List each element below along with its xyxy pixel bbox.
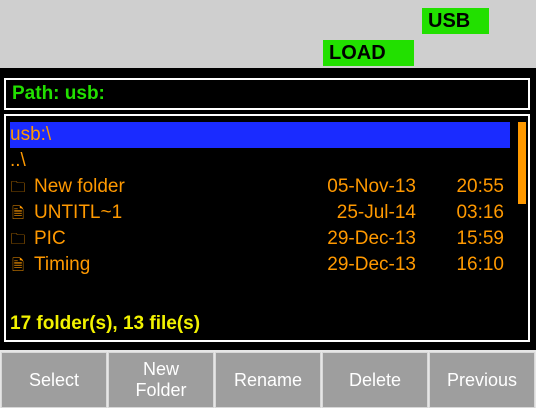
entry-time: 20:55: [456, 176, 504, 197]
entry-name: Timing: [34, 254, 91, 275]
list-item[interactable]: 🗎 Timing 29-Dec-13 16:10: [10, 252, 510, 278]
list-item[interactable]: 🗀 PIC 29-Dec-13 15:59: [10, 226, 510, 252]
entry-time: 15:59: [456, 228, 504, 249]
parent-directory-label: ..\: [10, 150, 26, 171]
rename-button[interactable]: Rename: [215, 352, 321, 408]
path-label: Path:: [12, 83, 60, 104]
file-browser: usb:\ ..\ 🗀 New folder 05-Nov-13 20:55 🗎 U…: [4, 114, 530, 342]
entry-name: PIC: [34, 228, 66, 249]
entry-date: 05-Nov-13: [327, 176, 416, 197]
folder-icon: 🗀: [10, 231, 26, 248]
entry-date: 29-Dec-13: [327, 228, 416, 249]
path-value: usb:: [64, 83, 105, 104]
folder-file-count: 17 folder(s), 13 file(s): [10, 313, 201, 334]
file-icon: 🗎: [11, 257, 25, 274]
entry-date: 29-Dec-13: [327, 254, 416, 275]
path-text: Path: usb:: [12, 82, 105, 106]
entry-name: UNTITL~1: [34, 202, 123, 223]
list-item[interactable]: 🗀 New folder 05-Nov-13 20:55: [10, 174, 510, 200]
current-directory-label: usb:\: [10, 124, 52, 145]
select-button[interactable]: Select: [1, 352, 107, 408]
entry-name: New folder: [34, 176, 125, 197]
load-status-badge: LOAD: [323, 40, 414, 66]
path-bar: Path: usb:: [4, 78, 530, 110]
entry-time: 16:10: [456, 254, 504, 275]
file-icon: 🗎: [11, 205, 25, 222]
folder-icon: 🗀: [10, 179, 26, 196]
previous-button[interactable]: Previous: [429, 352, 535, 408]
entry-time: 03:16: [456, 202, 504, 223]
delete-button[interactable]: Delete: [322, 352, 428, 408]
scrollbar[interactable]: [518, 122, 526, 204]
parent-directory-row[interactable]: ..\: [10, 148, 510, 174]
current-directory-row[interactable]: usb:\: [10, 122, 510, 148]
usb-status-badge: USB: [422, 8, 489, 34]
list-item[interactable]: 🗎 UNTITL~1 25-Jul-14 03:16: [10, 200, 510, 226]
entry-date: 25-Jul-14: [336, 202, 416, 223]
new-folder-button[interactable]: New Folder: [108, 352, 214, 408]
